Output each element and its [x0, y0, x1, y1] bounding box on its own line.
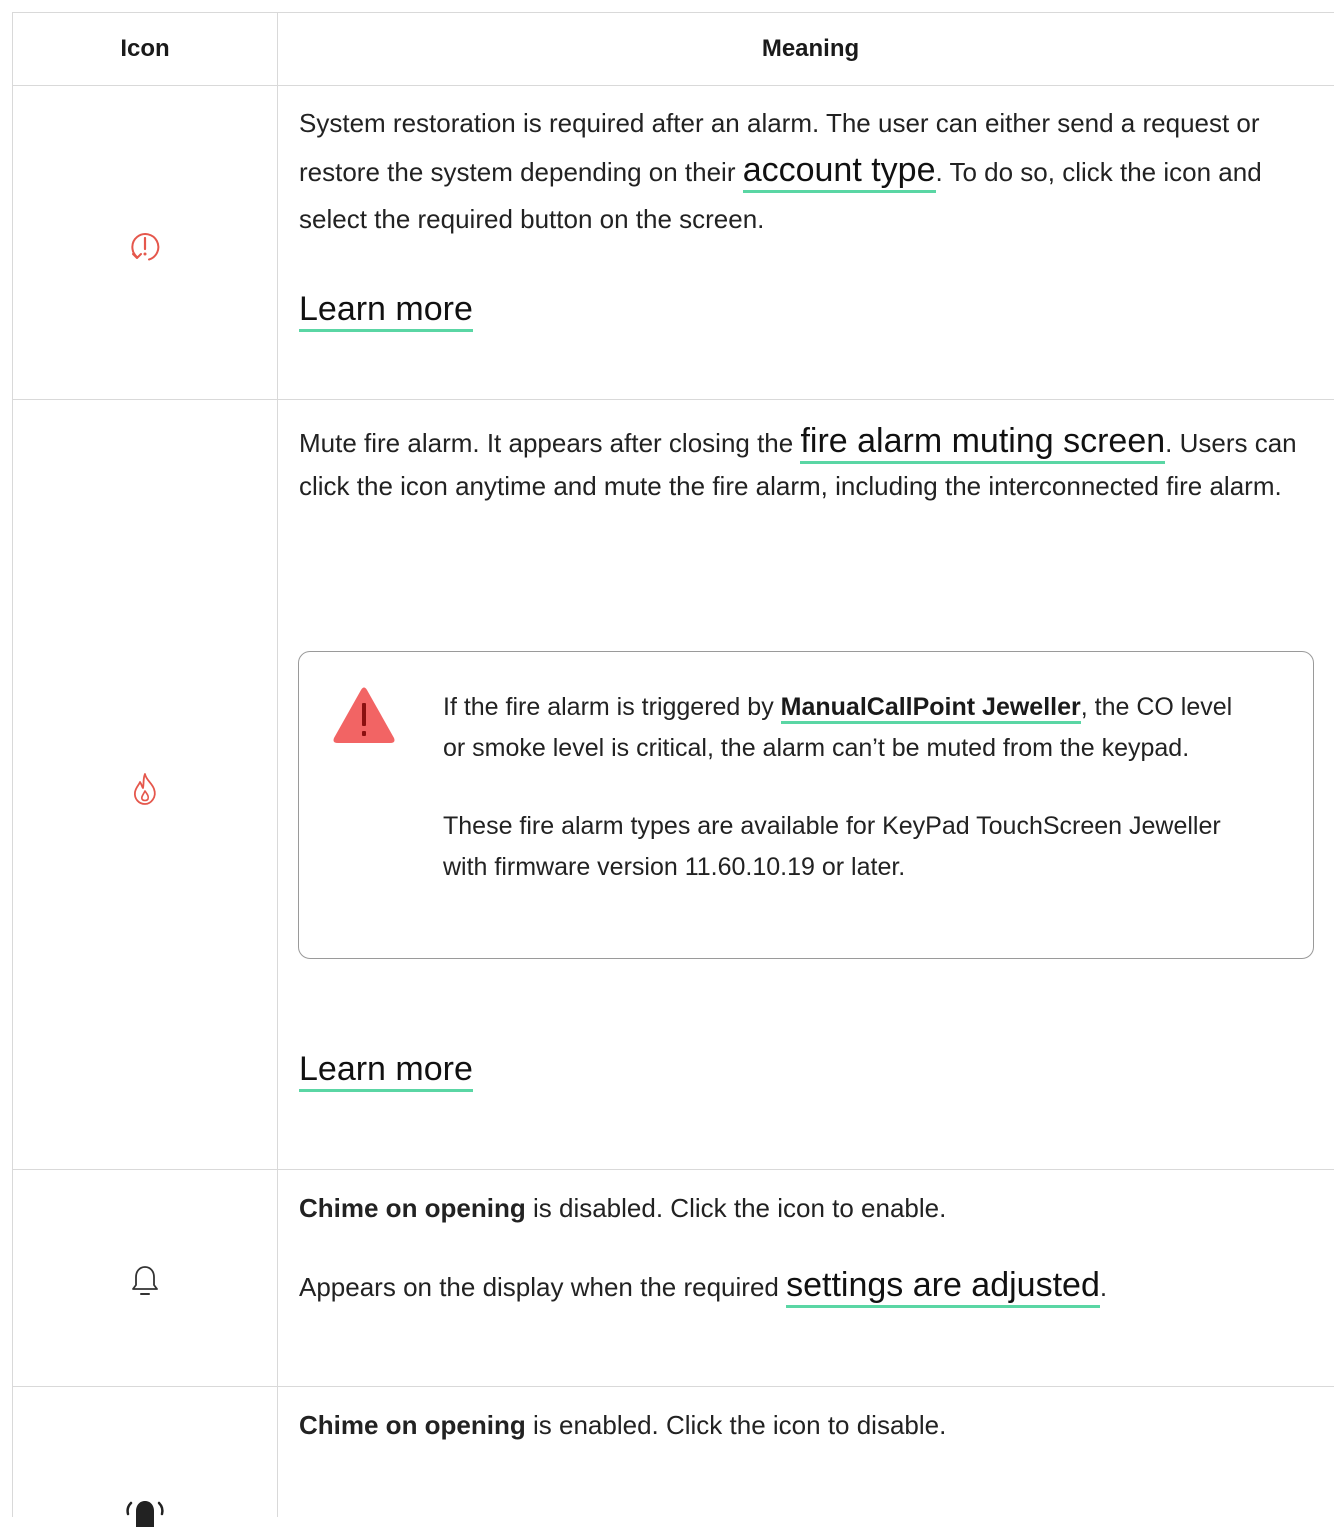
description-text: Appears on the display when the required [299, 1272, 787, 1302]
warning-text-start: If the fire alarm is triggered by [443, 693, 781, 721]
chime-on-opening-label: Chime on opening [299, 1410, 526, 1440]
warning-triangle-icon [333, 687, 395, 743]
row-description: Chime on opening is enabled. Click the i… [299, 1402, 1325, 1449]
account-type-link[interactable]: account type [742, 151, 936, 193]
description-text: is disabled. Click the icon to enable. [525, 1193, 947, 1223]
icon-cell [13, 1387, 278, 1527]
meaning-cell: Mute fire alarm. It appears after closin… [278, 400, 1334, 1169]
fire-alarm-mute-icon [133, 772, 156, 805]
description-text: is enabled. Click the icon to disable. [525, 1410, 947, 1440]
warning-box: If the fire alarm is triggered by Manual… [298, 651, 1314, 959]
row-description: System restoration is required after an … [299, 100, 1325, 243]
icon-cell [13, 1170, 278, 1386]
meaning-cell: System restoration is required after an … [278, 86, 1334, 399]
meaning-cell: Chime on opening is enabled. Click the i… [278, 1387, 1334, 1517]
warning-paragraph: If the fire alarm is triggered by Manual… [443, 687, 1253, 769]
table-row: Chime on opening is enabled. Click the i… [13, 1387, 1334, 1527]
settings-adjusted-link[interactable]: settings are adjusted [786, 1266, 1100, 1308]
system-restoration-icon [131, 232, 160, 260]
learn-more-link[interactable]: Learn more [299, 289, 473, 332]
manualcallpoint-link[interactable]: ManualCallPoint Jeweller [780, 693, 1081, 724]
description-text-end: . [1099, 1272, 1108, 1302]
row-description: Chime on opening is disabled. Click the … [299, 1185, 1325, 1232]
bell-ringing-icon [126, 1501, 164, 1527]
learn-more-link[interactable]: Learn more [299, 1049, 473, 1092]
icon-cell [13, 400, 278, 1169]
bell-outline-icon [132, 1266, 158, 1295]
header-meaning-column: Meaning [761, 35, 860, 62]
header-icon-column: Icon [13, 13, 278, 85]
warning-paragraph-2: These fire alarm types are available for… [443, 812, 1221, 881]
table-row: System restoration is required after an … [13, 86, 1334, 400]
table-row: Chime on opening is disabled. Click the … [13, 1170, 1334, 1387]
table-row: Mute fire alarm. It appears after closin… [13, 400, 1334, 1170]
fire-alarm-muting-screen-link[interactable]: fire alarm muting screen [800, 422, 1166, 464]
meaning-cell: Chime on opening is disabled. Click the … [278, 1170, 1334, 1386]
row-description-2: Appears on the display when the required… [299, 1262, 1325, 1311]
icons-table: Icon Meaning System restoration is requi… [12, 12, 1334, 1527]
description-text: Mute fire alarm. It appears after closin… [299, 428, 801, 458]
row-description: Mute fire alarm. It appears after closin… [299, 420, 1325, 508]
table-header-row: Icon Meaning [13, 13, 1334, 86]
chime-on-opening-label: Chime on opening [299, 1193, 526, 1223]
icon-cell [13, 86, 278, 399]
warning-text: If the fire alarm is triggered by Manual… [443, 687, 1253, 888]
